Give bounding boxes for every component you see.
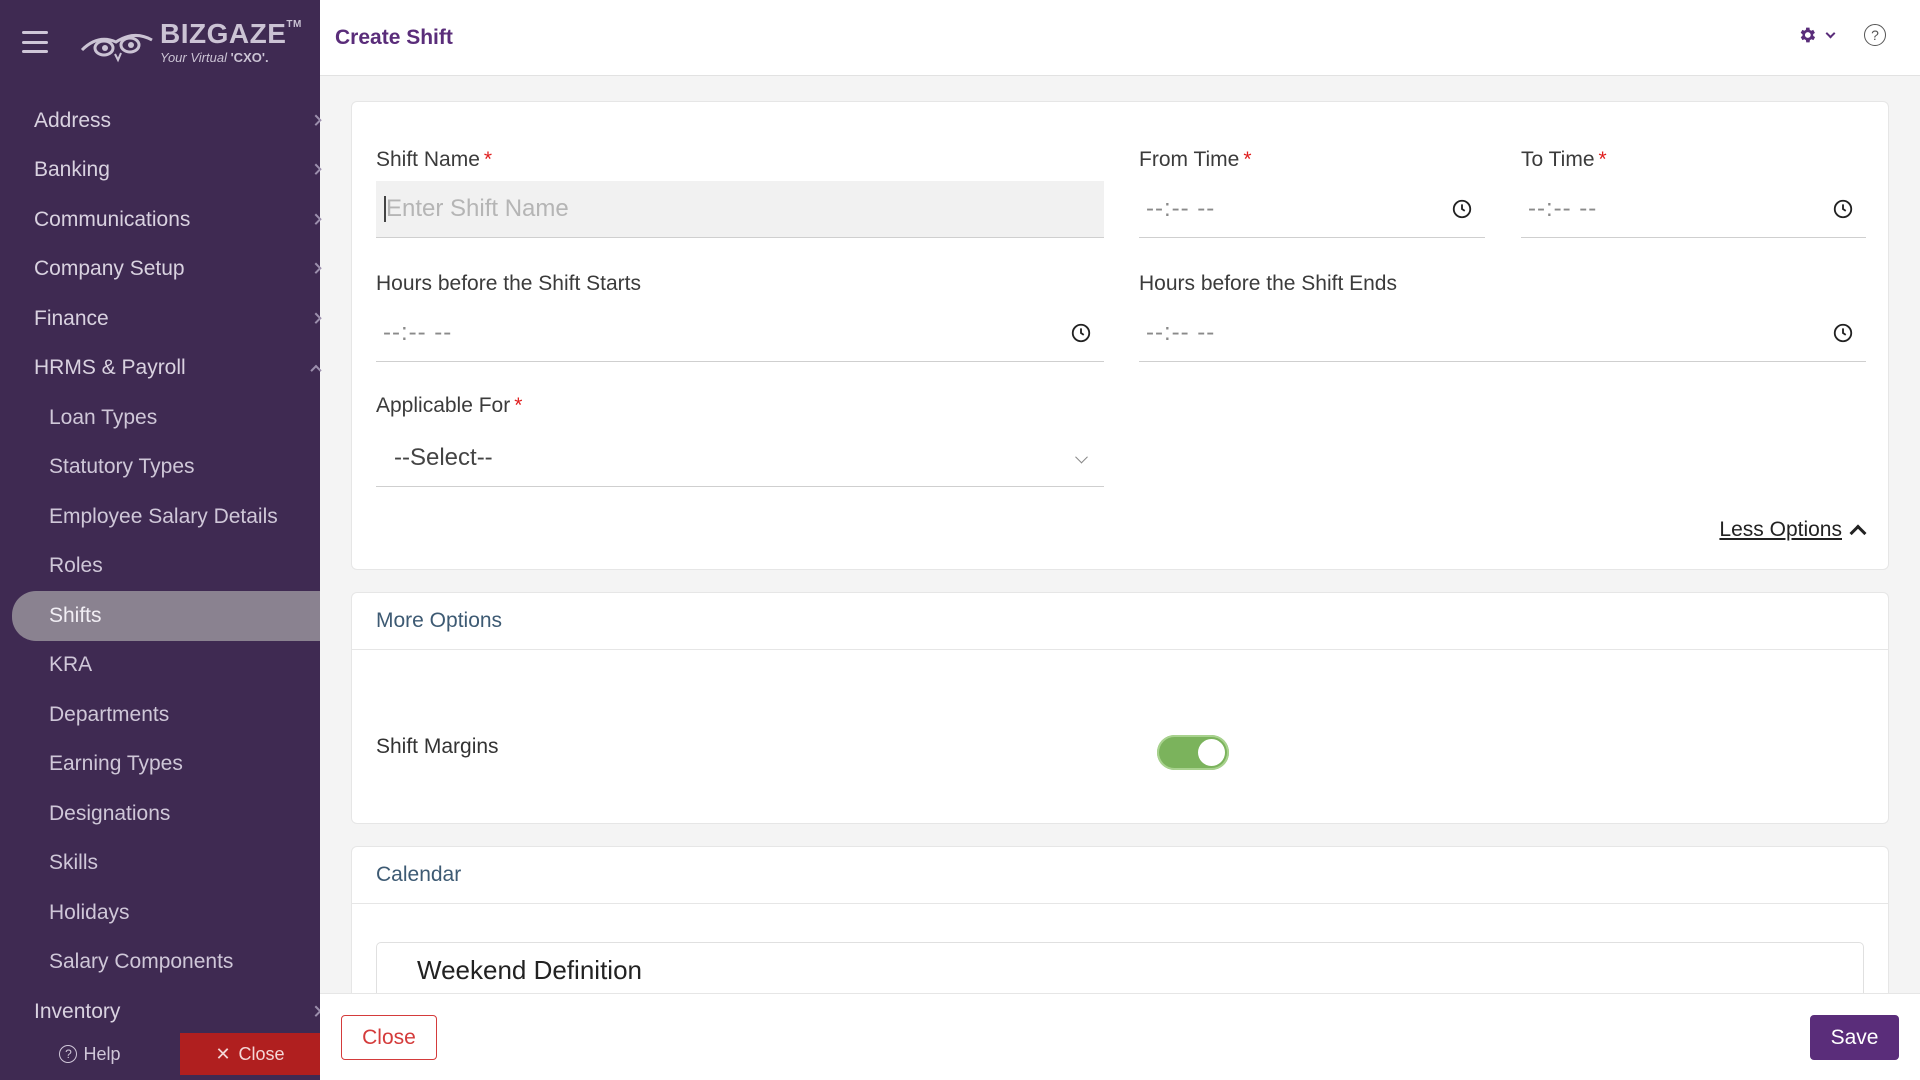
save-button[interactable]: Save	[1810, 1015, 1899, 1060]
sidebar-subitem-salary-components[interactable]: Salary Components	[0, 938, 320, 988]
sidebar-subitem-departments[interactable]: Departments	[0, 690, 320, 740]
clock-icon[interactable]	[1832, 322, 1854, 344]
sidebar-subitem-skills[interactable]: Skills	[0, 839, 320, 889]
from-time-label: From Time *	[1139, 148, 1252, 171]
more-options-card: More Options Shift Margins	[351, 592, 1889, 824]
sidebar-menu: Address Banking Communications Company S…	[0, 96, 322, 1037]
sidebar-subitem-designations[interactable]: Designations	[0, 789, 320, 839]
shift-margins-toggle[interactable]	[1157, 735, 1229, 770]
sidebar-item-banking[interactable]: Banking	[0, 146, 322, 196]
sidebar-subitem-loan-types[interactable]: Loan Types	[0, 393, 320, 443]
top-bar: Create Shift ?	[320, 0, 1920, 76]
chevron-up-icon	[1849, 524, 1867, 542]
clock-icon[interactable]	[1451, 198, 1473, 220]
to-time-input[interactable]: --:-- --	[1521, 181, 1866, 238]
logo: BIZGAZETM Your Virtual 'CXO'.	[78, 20, 302, 64]
from-time-field: From Time * --:-- --	[1139, 148, 1485, 238]
sidebar-subitem-employee-salary-details[interactable]: Employee Salary Details	[0, 492, 320, 542]
clock-icon[interactable]	[1832, 198, 1854, 220]
sidebar-item-address[interactable]: Address	[0, 96, 322, 146]
from-time-value: --:-- --	[1146, 195, 1216, 222]
to-time-label: To Time *	[1521, 148, 1607, 171]
page-title: Create Shift	[335, 25, 453, 49]
bottom-action-bar: Close Save	[320, 993, 1920, 1080]
hours-before-start-label: Hours before the Shift Starts	[376, 272, 641, 295]
sidebar: BIZGAZETM Your Virtual 'CXO'. Address Ba…	[0, 0, 322, 1080]
weekend-definition-label: Weekend Definition	[417, 955, 642, 985]
hours-before-end-field: Hours before the Shift Ends --:-- --	[1139, 272, 1866, 362]
sidebar-close-button[interactable]: ✕ Close	[180, 1033, 320, 1075]
shift-name-input[interactable]: Enter Shift Name	[376, 181, 1104, 238]
shift-margins-row: Shift Margins	[352, 650, 1888, 824]
logo-title: BIZGAZETM	[160, 18, 302, 49]
chevron-down-icon	[310, 312, 322, 324]
sidebar-subitem-earning-types[interactable]: Earning Types	[0, 740, 320, 790]
sidebar-subitem-statutory-types[interactable]: Statutory Types	[0, 443, 320, 493]
toggle-knob	[1198, 739, 1225, 766]
hamburger-menu-icon[interactable]	[22, 31, 48, 53]
hours-before-end-input[interactable]: --:-- --	[1139, 305, 1866, 362]
applicable-for-field: Applicable For * --Select--	[376, 394, 1104, 487]
to-time-value: --:-- --	[1528, 195, 1598, 222]
shift-form-card: Shift Name * Enter Shift Name From Time * …	[351, 101, 1889, 570]
sidebar-subitem-kra[interactable]: KRA	[0, 641, 320, 691]
help-circle-icon[interactable]: ?	[1864, 24, 1886, 46]
sidebar-item-hrms-payroll[interactable]: HRMS & Payroll	[0, 344, 322, 394]
chevron-down-icon	[1075, 450, 1088, 464]
sidebar-header: BIZGAZETM Your Virtual 'CXO'.	[0, 0, 320, 84]
hours-before-start-field: Hours before the Shift Starts --:-- --	[376, 272, 1104, 362]
shift-margins-label: Shift Margins	[376, 735, 499, 758]
sidebar-item-communications[interactable]: Communications	[0, 195, 322, 245]
hours-before-start-value: --:-- --	[383, 319, 453, 346]
sidebar-help-button[interactable]: ? Help	[0, 1033, 180, 1075]
chevron-down-icon	[310, 114, 322, 126]
hours-before-start-input[interactable]: --:-- --	[376, 305, 1104, 362]
hours-before-end-value: --:-- --	[1146, 319, 1216, 346]
shift-name-field: Shift Name * Enter Shift Name	[376, 148, 1104, 238]
chevron-down-icon[interactable]	[1825, 28, 1836, 38]
shift-name-label: Shift Name *	[376, 148, 493, 171]
sidebar-subitem-holidays[interactable]: Holidays	[0, 888, 320, 938]
sidebar-footer: ? Help ✕ Close	[0, 1032, 320, 1080]
close-icon: ✕	[215, 1043, 231, 1064]
close-button[interactable]: Close	[341, 1015, 437, 1060]
logo-tagline: Your Virtual 'CXO'.	[160, 50, 269, 65]
applicable-for-selected: --Select--	[394, 444, 493, 471]
question-icon: ?	[59, 1045, 78, 1063]
more-options-title: More Options	[352, 593, 1888, 650]
top-actions: ?	[1797, 24, 1886, 46]
sidebar-item-inventory[interactable]: Inventory	[0, 987, 322, 1037]
chevron-down-icon	[310, 163, 322, 176]
chevron-up-icon	[310, 364, 322, 377]
main-content: Shift Name * Enter Shift Name From Time * …	[351, 101, 1889, 1046]
to-time-field: To Time * --:-- --	[1521, 148, 1866, 238]
clock-icon[interactable]	[1070, 322, 1092, 344]
sidebar-subitem-roles[interactable]: Roles	[0, 542, 320, 592]
applicable-for-select[interactable]: --Select--	[376, 430, 1104, 487]
sidebar-subitem-shifts[interactable]: Shifts	[12, 591, 320, 641]
sidebar-item-company-setup[interactable]: Company Setup	[0, 245, 322, 295]
less-options-link[interactable]: Less Options	[1719, 518, 1867, 542]
calendar-title: Calendar	[352, 847, 1888, 904]
from-time-input[interactable]: --:-- --	[1139, 181, 1485, 238]
shift-name-placeholder: Enter Shift Name	[386, 195, 569, 222]
gear-icon[interactable]	[1797, 24, 1819, 46]
chevron-down-icon	[310, 213, 322, 225]
chevron-down-icon	[310, 262, 322, 275]
sidebar-item-finance[interactable]: Finance	[0, 294, 322, 344]
hours-before-end-label: Hours before the Shift Ends	[1139, 272, 1397, 295]
applicable-for-label: Applicable For *	[376, 394, 523, 417]
owl-logo-icon	[80, 34, 153, 63]
